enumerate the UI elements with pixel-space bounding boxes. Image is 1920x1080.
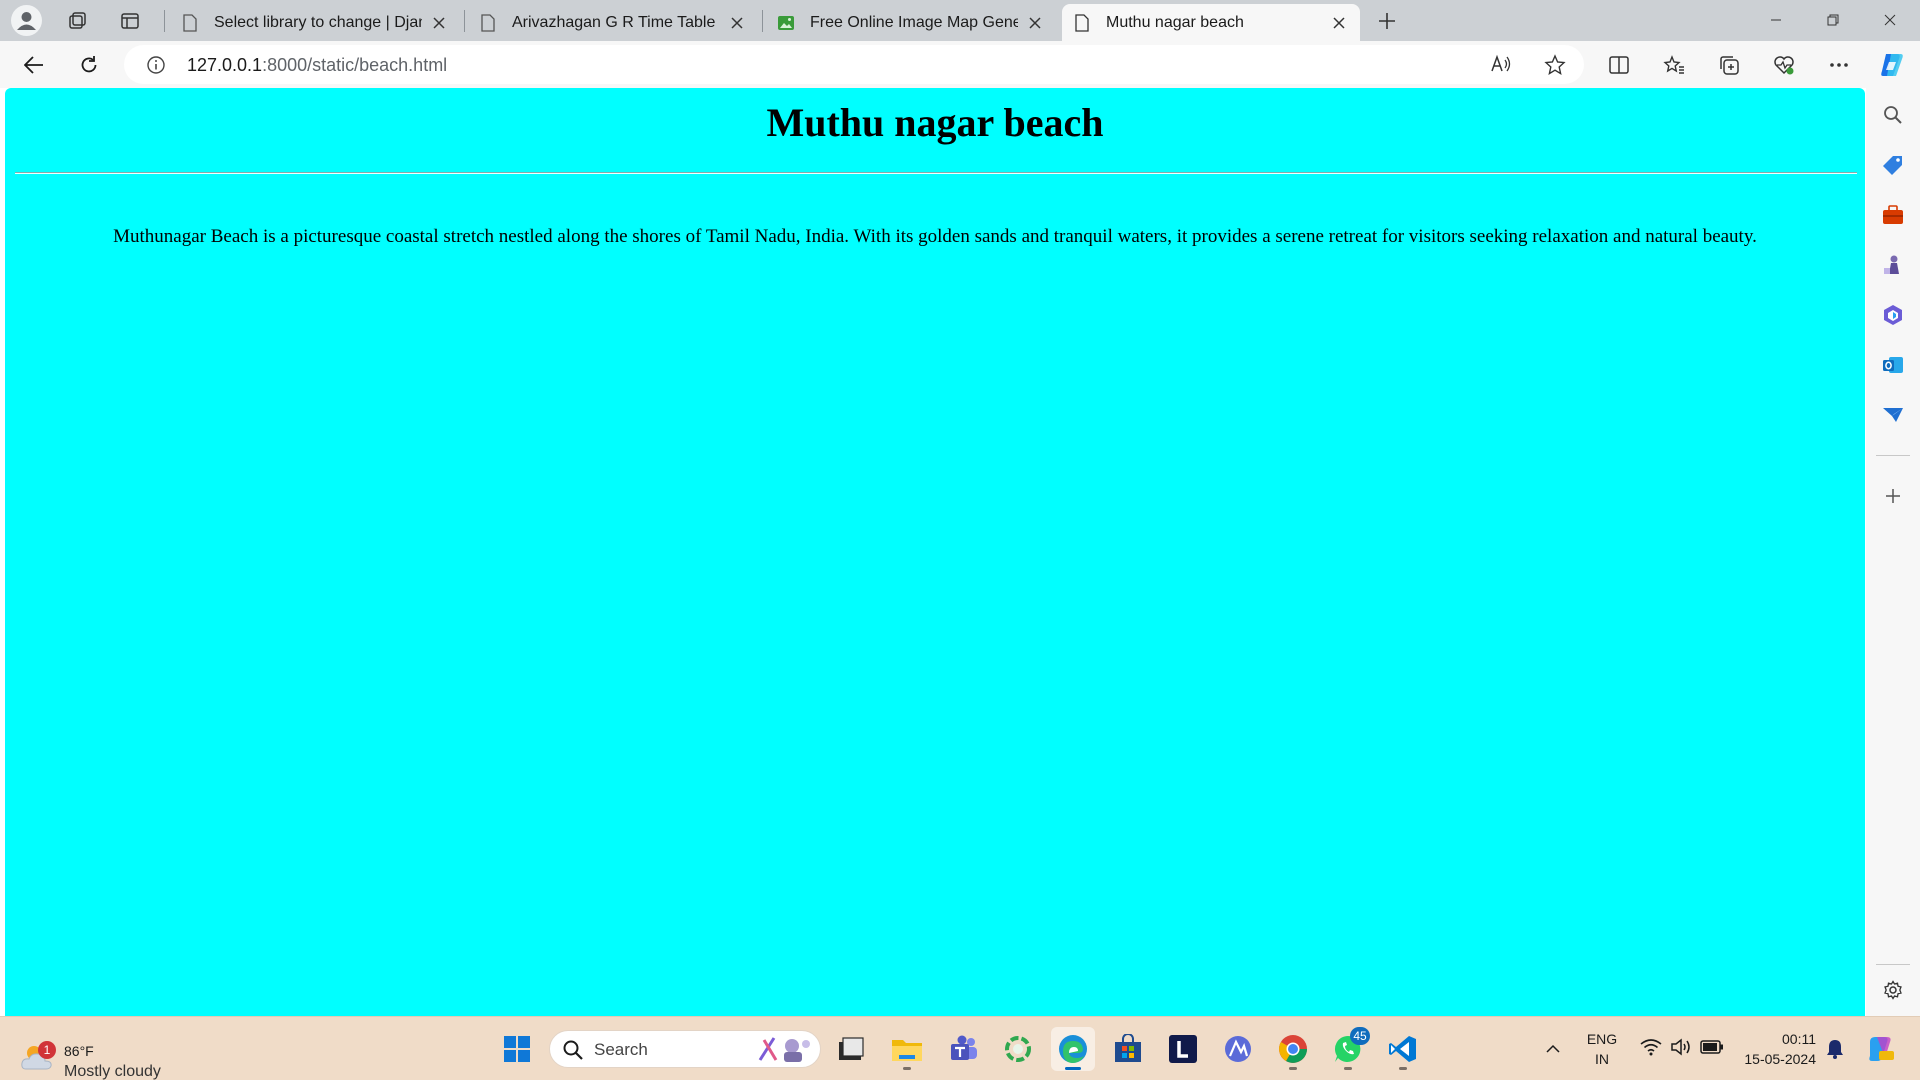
page-icon (1072, 13, 1092, 33)
clock-date: 15-05-2024 (1744, 1051, 1816, 1067)
games-icon[interactable] (1877, 249, 1909, 281)
tools-briefcase-icon[interactable] (1877, 199, 1909, 231)
page-viewport: Muthu nagar beach Muthunagar Beach is a … (5, 88, 1865, 1016)
chrome-icon[interactable] (1271, 1027, 1315, 1071)
tab-title: Select library to change | Django (214, 13, 422, 31)
task-view-icon[interactable] (829, 1027, 873, 1071)
tab-strip: Select library to change | Django Arivaz… (0, 0, 1920, 41)
vscode-icon[interactable] (1381, 1027, 1425, 1071)
page-icon (180, 13, 200, 33)
read-aloud-icon[interactable] (1490, 54, 1512, 79)
favorite-star-icon[interactable] (1544, 54, 1566, 81)
tab-title: Free Online Image Map Generator (810, 13, 1018, 31)
more-options-icon[interactable] (1822, 48, 1856, 82)
new-tab-icon[interactable] (1371, 5, 1403, 37)
running-indicator (1399, 1067, 1407, 1070)
collections-icon[interactable] (1712, 48, 1746, 82)
quick-settings-group[interactable] (1632, 1027, 1732, 1071)
windows-taskbar: 1 86°F Mostly cloudy Search 45 ENG IN 00… (0, 1016, 1920, 1080)
favorites-icon[interactable] (1657, 48, 1691, 82)
search-highlight-icon (756, 1034, 816, 1071)
clock-time: 00:11 (1782, 1031, 1816, 1047)
url-text[interactable]: 127.0.0.1:8000/static/beach.html (187, 55, 447, 76)
sidebar-separator (1876, 455, 1910, 456)
tab-title: Muthu nagar beach (1106, 13, 1244, 31)
close-tab-icon[interactable] (726, 12, 748, 34)
weather-temperature: 86°F (64, 1043, 94, 1059)
tab-separator (762, 10, 763, 32)
close-tab-icon[interactable] (1328, 12, 1350, 34)
close-window-icon[interactable] (1862, 0, 1918, 40)
url-host: 127.0.0.1 (187, 55, 263, 75)
clock[interactable]: 00:11 15-05-2024 (1732, 1027, 1822, 1071)
url-path: :8000/static/beach.html (262, 55, 448, 75)
vector-app-icon[interactable] (1216, 1027, 1260, 1071)
language-line1: ENG (1586, 1031, 1618, 1047)
weather-condition: Mostly cloudy (64, 1063, 161, 1080)
sidebar-separator (1876, 964, 1910, 965)
page-icon (478, 13, 498, 33)
battery-icon (1700, 1039, 1724, 1059)
tab-actions-icon[interactable] (114, 5, 146, 37)
weather-widget[interactable]: 1 86°F Mostly cloudy (20, 1029, 180, 1080)
whatsapp-badge: 45 (1350, 1027, 1370, 1045)
tab-django[interactable]: Select library to change | Django (170, 4, 460, 41)
horizontal-rule (15, 172, 1857, 174)
settings-gear-icon[interactable] (1877, 974, 1909, 1006)
shopping-tag-icon[interactable] (1877, 149, 1909, 181)
tab-image-map[interactable]: Free Online Image Map Generator (766, 4, 1056, 41)
add-icon[interactable] (1877, 480, 1909, 512)
minimize-icon[interactable] (1748, 0, 1804, 40)
split-screen-icon[interactable] (1602, 48, 1636, 82)
browser-toolbar: 127.0.0.1:8000/static/beach.html (0, 41, 1920, 88)
search-label: Search (594, 1040, 648, 1059)
restore-icon[interactable] (1805, 0, 1861, 40)
site-info-icon[interactable] (146, 55, 166, 80)
page-heading: Muthu nagar beach (766, 100, 1104, 145)
file-explorer-icon[interactable] (885, 1027, 929, 1071)
taskbar-search-box[interactable]: Search (549, 1030, 821, 1068)
tab-title: Arivazhagan G R Time Table (512, 13, 716, 31)
tab-separator (164, 10, 165, 32)
l-app-icon[interactable] (1161, 1027, 1205, 1071)
sync-app-icon[interactable] (996, 1027, 1040, 1071)
weather-alert-badge: 1 (38, 1041, 56, 1059)
running-indicator (903, 1067, 911, 1070)
active-indicator (1065, 1067, 1081, 1070)
teams-icon[interactable] (942, 1027, 986, 1071)
whatsapp-icon[interactable]: 45 (1326, 1027, 1370, 1071)
start-windows-icon[interactable] (495, 1027, 539, 1071)
tab-separator (464, 10, 465, 32)
running-indicator (1344, 1067, 1352, 1070)
image-icon (776, 13, 796, 33)
edge-browser-icon[interactable] (1051, 1027, 1095, 1071)
volume-icon (1670, 1037, 1692, 1061)
microsoft-store-icon[interactable] (1106, 1027, 1150, 1071)
search-icon[interactable] (1877, 99, 1909, 131)
copilot-preview-icon[interactable] (1858, 1027, 1902, 1071)
microsoft-365-icon[interactable] (1877, 299, 1909, 331)
show-hidden-icons-chevron-icon[interactable] (1531, 1027, 1575, 1071)
close-tab-icon[interactable] (1024, 12, 1046, 34)
browser-essentials-icon[interactable] (1767, 48, 1801, 82)
search-icon (562, 1039, 584, 1066)
language-line2: IN (1595, 1051, 1609, 1067)
notification-bell-icon[interactable] (1824, 1027, 1846, 1071)
refresh-icon[interactable] (72, 48, 106, 82)
wifi-icon (1640, 1038, 1662, 1061)
tab-muthu-nagar-beach[interactable]: Muthu nagar beach (1062, 4, 1360, 41)
running-indicator (1289, 1067, 1297, 1070)
copilot-icon[interactable] (1875, 48, 1909, 82)
edge-sidebar (1866, 88, 1920, 1016)
close-tab-icon[interactable] (428, 12, 450, 34)
page-paragraph: Muthunagar Beach is a picturesque coasta… (113, 226, 1757, 247)
language-indicator[interactable]: ENG IN (1580, 1027, 1624, 1071)
workspaces-icon[interactable] (61, 5, 93, 37)
back-arrow-icon[interactable] (17, 48, 51, 82)
outlook-icon[interactable] (1877, 349, 1909, 381)
profile-avatar-icon[interactable] (11, 5, 42, 36)
address-bar[interactable]: 127.0.0.1:8000/static/beach.html (124, 45, 1584, 84)
drop-send-icon[interactable] (1877, 399, 1909, 431)
tab-timetable[interactable]: Arivazhagan G R Time Table (468, 4, 758, 41)
